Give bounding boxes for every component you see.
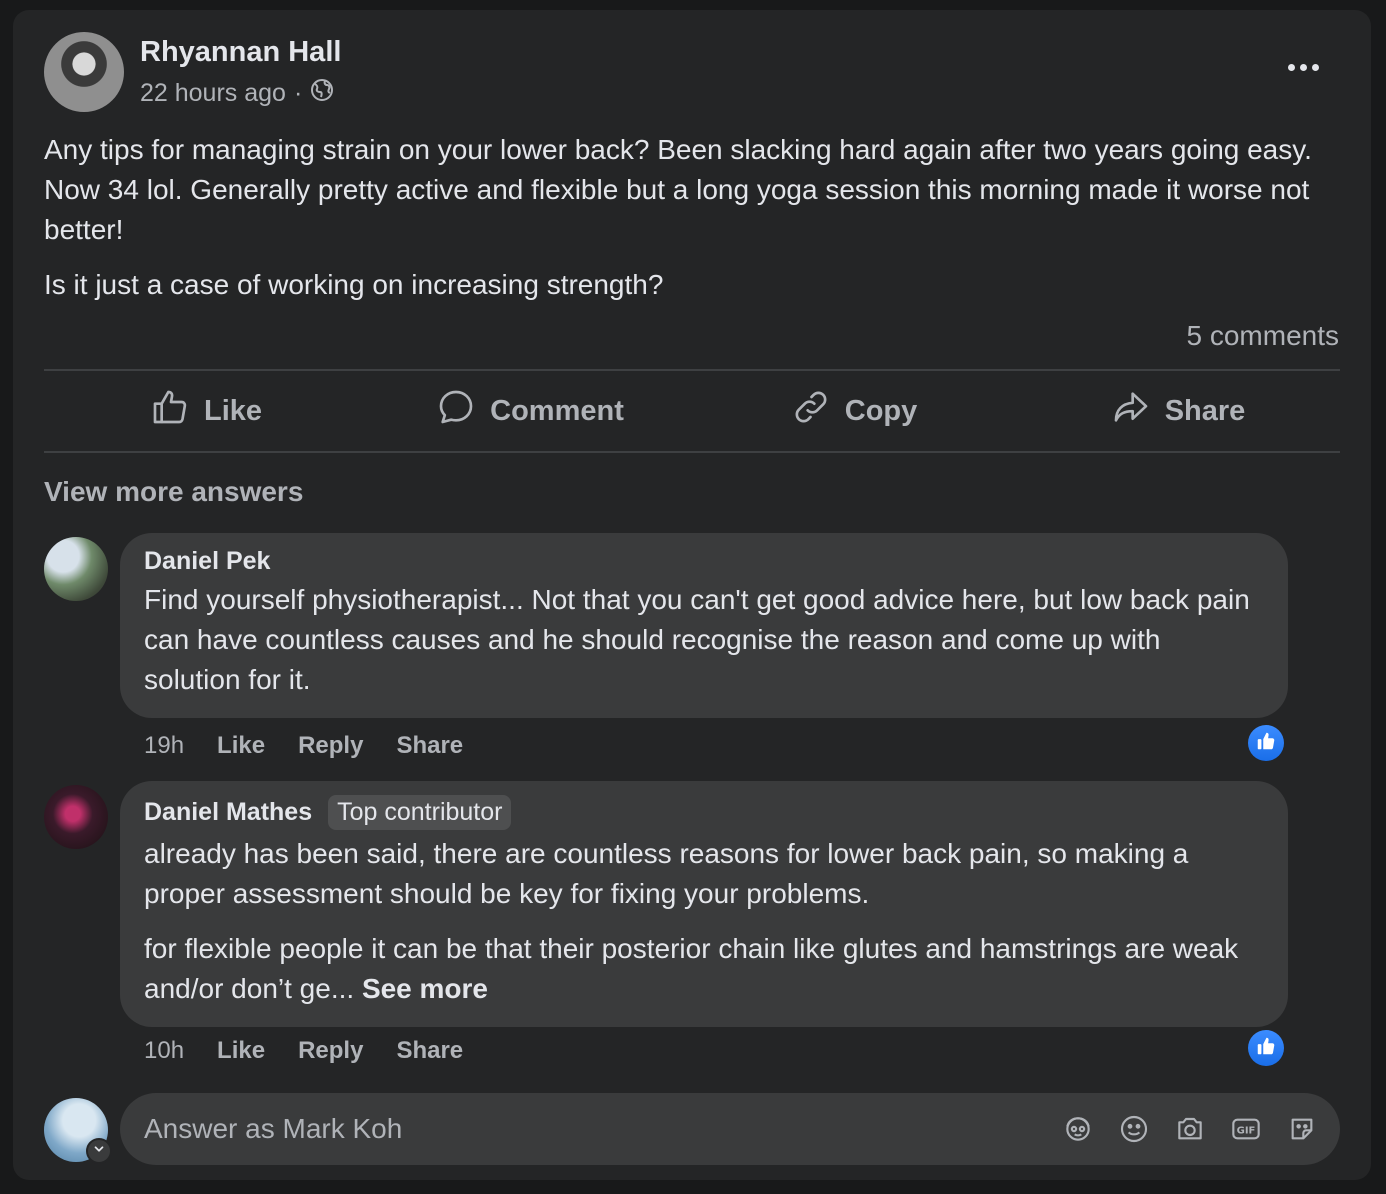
post-paragraph: Is it just a case of working on increasi… <box>44 269 664 300</box>
see-more-link[interactable]: See more <box>362 973 488 1004</box>
author-name[interactable]: Rhyannan Hall <box>140 36 341 69</box>
composer-tools: GIF <box>1062 1113 1318 1145</box>
post-card: Rhyannan Hall 22 hours ago · Any tips fo… <box>13 10 1371 1180</box>
emoji-icon[interactable] <box>1118 1113 1150 1145</box>
post-meta: 22 hours ago · <box>140 78 334 109</box>
reaction-badge[interactable] <box>1248 1030 1284 1066</box>
chevron-down-icon <box>92 1142 106 1161</box>
reaction-badge[interactable] <box>1248 725 1284 761</box>
comment-button[interactable]: Comment <box>368 372 692 450</box>
commenter-avatar[interactable] <box>44 537 108 601</box>
commenter-name-text[interactable]: Daniel Mathes <box>144 798 312 827</box>
more-options-button[interactable] <box>1283 52 1323 82</box>
comment-time[interactable]: 10h <box>144 1037 184 1065</box>
author-avatar[interactable] <box>44 32 124 112</box>
more-dot <box>1311 63 1319 71</box>
copy-link-button[interactable]: Copy <box>692 372 1016 450</box>
comment-paragraph: for flexible people it can be that their… <box>144 929 1264 1009</box>
svg-text:GIF: GIF <box>1237 1126 1256 1137</box>
like-button[interactable]: Like <box>44 372 368 450</box>
comment-text: Find yourself physiotherapist... Not tha… <box>144 580 1264 700</box>
share-arrow-icon <box>1111 387 1151 435</box>
thumbs-up-icon <box>1255 730 1277 757</box>
post-time[interactable]: 22 hours ago <box>140 79 286 108</box>
view-more-answers-link[interactable]: View more answers <box>44 476 303 508</box>
divider <box>44 369 1340 371</box>
commenter-name-text[interactable]: Daniel Pek <box>144 547 270 576</box>
top-contributor-badge: Top contributor <box>328 795 512 830</box>
more-dot <box>1299 63 1307 71</box>
comment-label: Comment <box>490 394 624 427</box>
thumbs-up-icon <box>1255 1035 1277 1062</box>
share-label: Share <box>1164 394 1246 427</box>
post-paragraph: Any tips for managing strain on your low… <box>44 134 1312 245</box>
gif-icon[interactable]: GIF <box>1230 1113 1262 1145</box>
divider <box>44 451 1340 453</box>
post-body: Any tips for managing strain on your low… <box>44 130 1314 305</box>
comment-text: already has been said, there are countle… <box>144 834 1264 1009</box>
comment-like-button[interactable]: Like <box>217 732 265 760</box>
copy-label: Copy <box>844 394 918 427</box>
post-actions-bar: Like Comment Copy Share <box>44 372 1340 450</box>
avatar-sticker-icon[interactable] <box>1062 1113 1094 1145</box>
globe-icon <box>310 78 334 109</box>
comment-share-button[interactable]: Share <box>396 732 463 760</box>
commenter-name: Daniel Pek <box>144 547 1264 576</box>
comment-share-button[interactable]: Share <box>396 1037 463 1065</box>
commenter-avatar[interactable] <box>44 785 108 849</box>
comment-reply-button[interactable]: Reply <box>298 732 363 760</box>
comment-bubble: Daniel Mathes Top contributor already ha… <box>120 781 1288 1027</box>
comments-count[interactable]: 5 comments <box>1187 320 1340 352</box>
comment-paragraph: already has been said, there are countle… <box>144 838 1189 909</box>
answer-composer: GIF <box>120 1093 1340 1165</box>
thumbs-up-icon <box>150 387 190 435</box>
comment-time[interactable]: 19h <box>144 732 184 760</box>
comment-bubble: Daniel Pek Find yourself physiotherapist… <box>120 533 1288 718</box>
comment-paragraph-text: for flexible people it can be that their… <box>144 933 1239 1004</box>
like-label: Like <box>203 394 263 427</box>
meta-separator: · <box>293 79 303 107</box>
more-dot <box>1287 63 1295 71</box>
answer-input[interactable] <box>144 1113 1062 1145</box>
comment-actions: 10h Like Reply Share <box>144 1037 463 1065</box>
commenter-name: Daniel Mathes Top contributor <box>144 795 1264 830</box>
comment-like-button[interactable]: Like <box>217 1037 265 1065</box>
camera-icon[interactable] <box>1174 1113 1206 1145</box>
comment-actions: 19h Like Reply Share <box>144 732 463 760</box>
share-button[interactable]: Share <box>1016 372 1340 450</box>
profile-switch-button[interactable] <box>86 1138 112 1164</box>
comment-paragraph: Find yourself physiotherapist... Not tha… <box>144 584 1250 695</box>
link-icon <box>791 387 831 435</box>
sticker-icon[interactable] <box>1286 1113 1318 1145</box>
comment-reply-button[interactable]: Reply <box>298 1037 363 1065</box>
speech-bubble-icon <box>436 387 476 435</box>
